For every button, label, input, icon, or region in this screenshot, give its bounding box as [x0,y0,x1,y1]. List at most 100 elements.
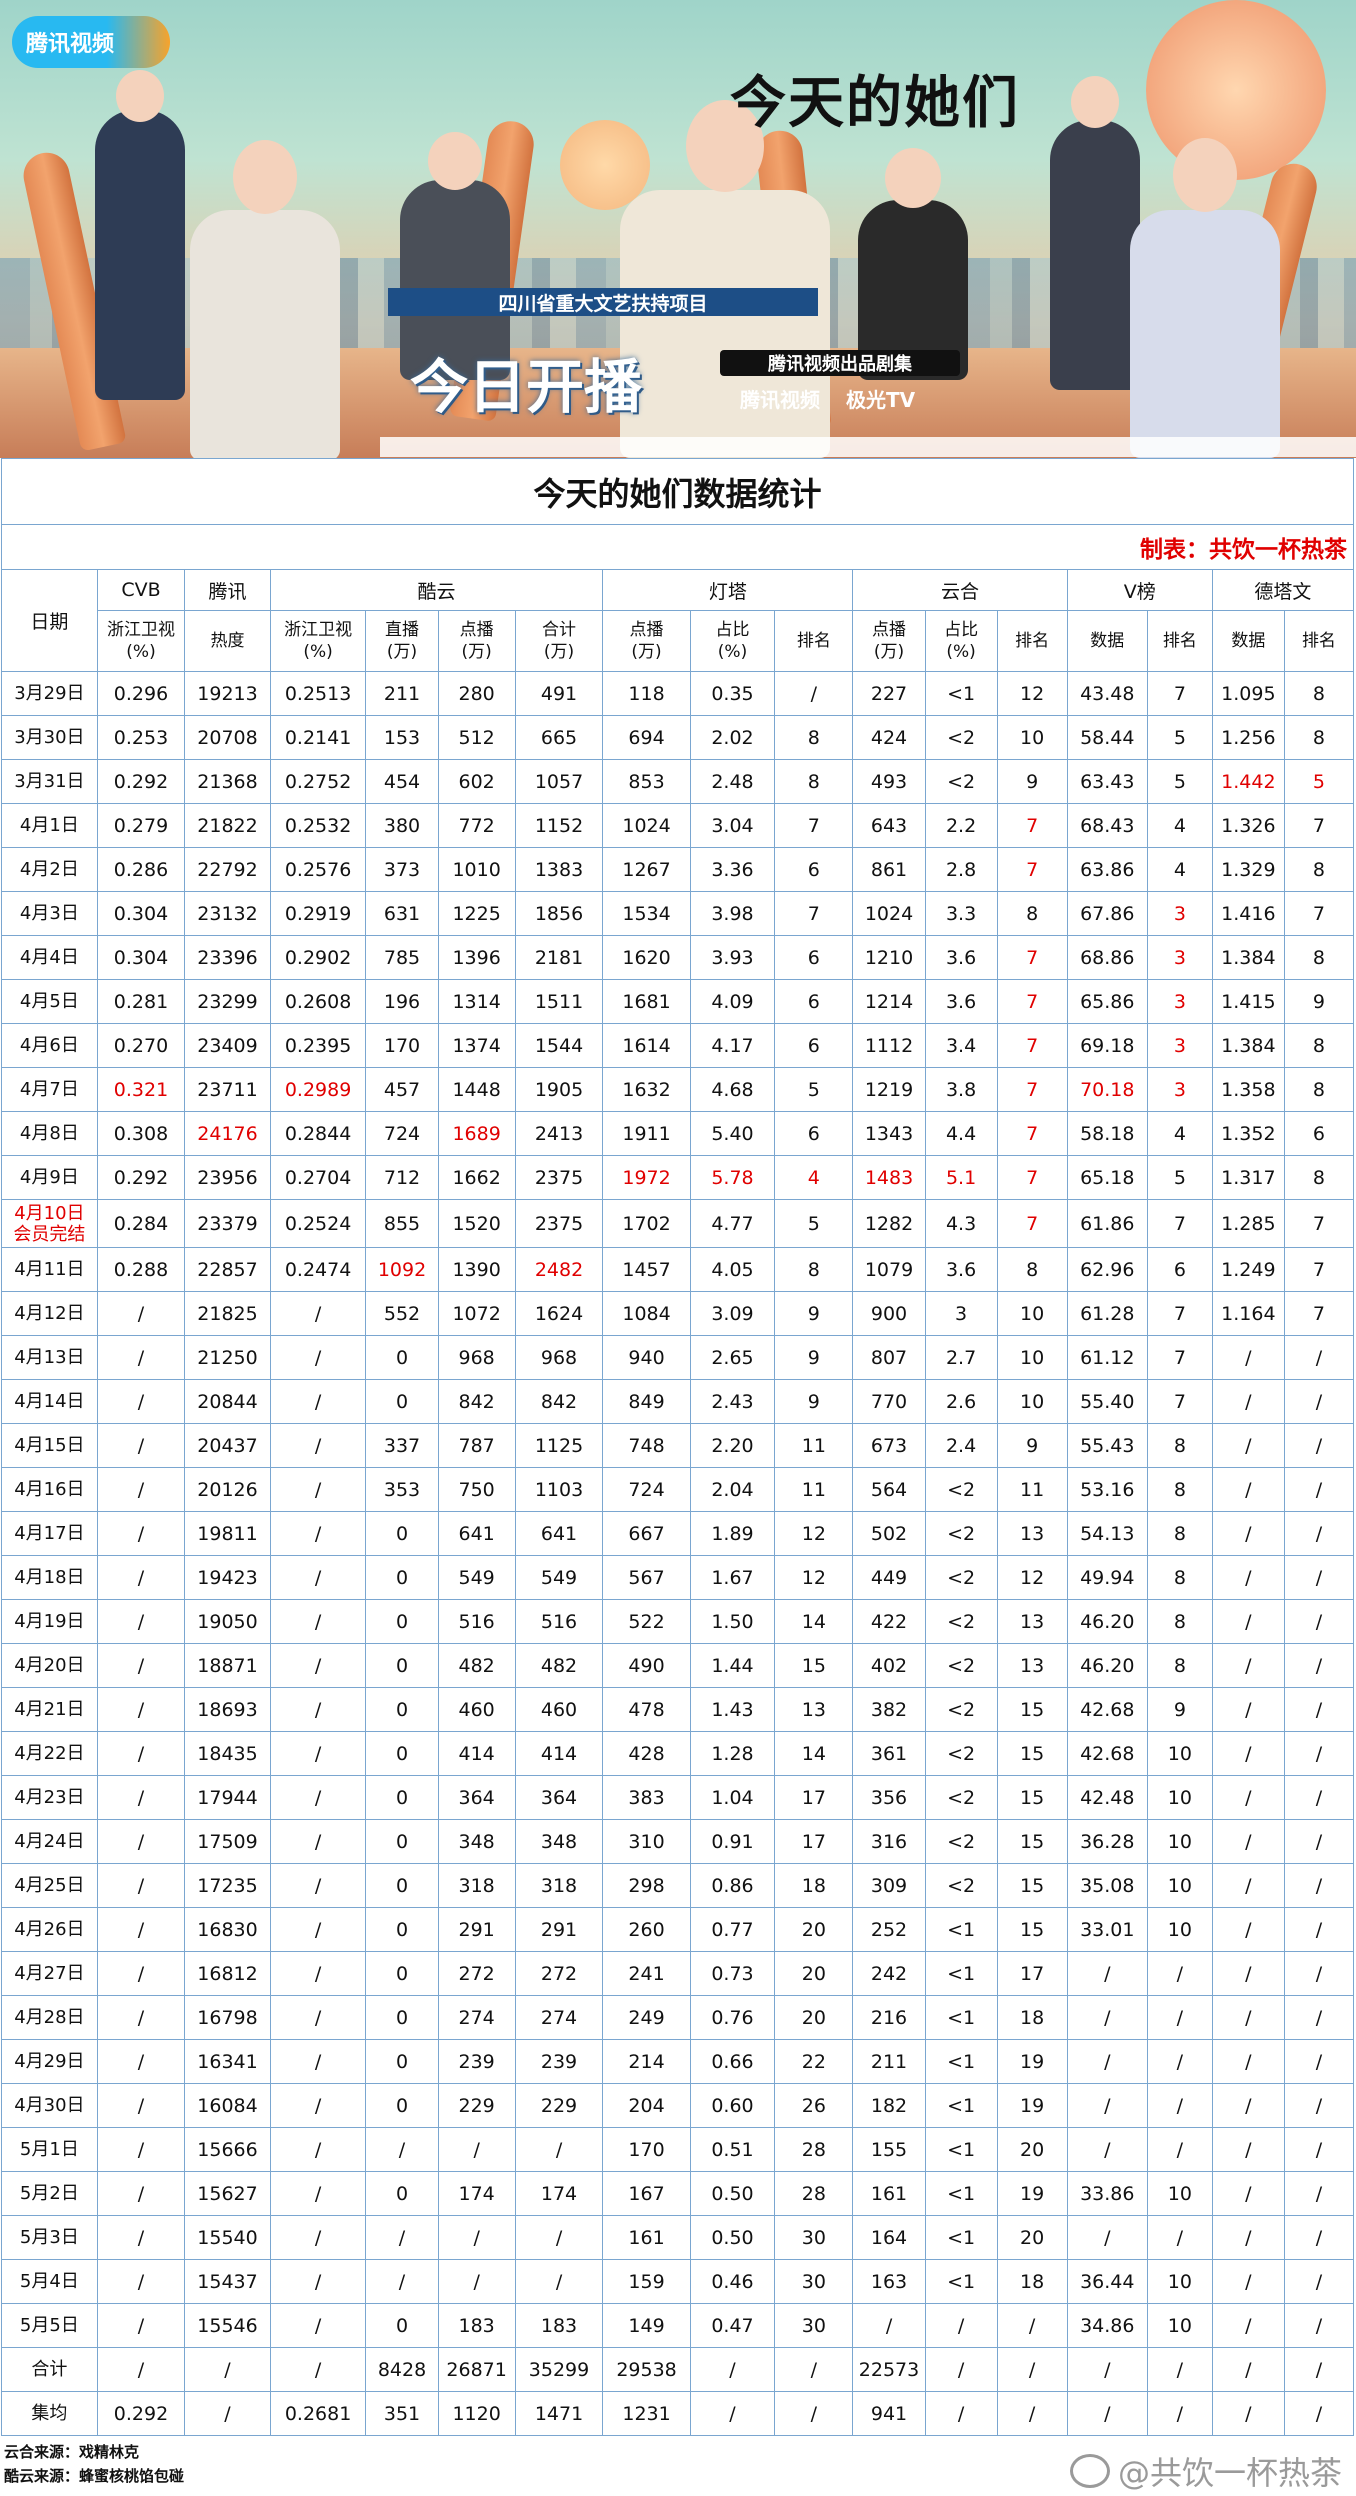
table-cell: / [1283,1511,1355,1556]
table-cell: 1383 [514,847,604,892]
table-cell: 7 [1283,891,1355,936]
ratings-table: 日期 CVB 腾讯 酷云 灯塔 云合 V榜 德塔文 浙江卫视 (%) 热度 浙江卫视… [1,569,1355,2436]
table-cell: 17 [774,1775,854,1820]
table-cell: / [96,1555,186,1600]
table-cell: 174 [437,2171,516,2216]
table-cell: 8 [1146,1467,1213,1512]
table-cell: / [96,1775,186,1820]
table-cell: 4.17 [689,1023,776,1068]
table-cell: 724 [365,1111,439,1156]
table-cell: 15437 [184,2259,271,2304]
table-cell: 18693 [184,1687,271,1732]
table-cell: 63.43 [1066,759,1148,804]
row-date: 5月2日 [1,2171,98,2216]
table-cell: 26871 [437,2347,516,2392]
row-date: 4月10日 会员完结 [1,1199,98,1248]
table-cell: 424 [852,715,926,760]
table-cell: 163 [852,2259,926,2304]
table-cell: / [852,2303,926,2348]
table-cell: 7 [1283,1247,1355,1292]
table-cell: / [1283,1863,1355,1908]
table-row: 4月27日/16812/0 272 272 241 0.73 20 242 <1 17// / / [1,1951,1355,1996]
table-cell: 2482 [514,1247,604,1292]
table-cell: 512 [437,715,516,760]
table-cell: 842 [437,1379,516,1424]
table-cell: / [1211,1379,1285,1424]
table-row: 4月2日 0.286 22792 0.2576 373 1010 1383 1267 3.36 6… [1,847,1355,892]
table-cell: 14 [774,1599,854,1644]
table-cell: <2 [924,1863,998,1908]
subheader-cell: 合计 (万) [514,610,604,672]
table-cell: 522 [602,1599,691,1644]
table-cell: / [1066,2215,1148,2260]
table-row: 4月25日/17235/0 318 318 298 0.86 18 309 <2 15 35.08… [1,1863,1355,1908]
table-cell: / [924,2347,998,2392]
table-cell: / [269,1511,367,1556]
table-cell: 13 [996,1599,1068,1644]
table-cell: 8 [996,1247,1068,1292]
table-cell: 19 [996,2171,1068,2216]
table-cell: 457 [365,1067,439,1112]
table-cell: 1.384 [1211,935,1285,980]
table-cell: / [1211,1423,1285,1468]
table-cell: 1.43 [689,1687,776,1732]
table-cell: 2.02 [689,715,776,760]
table-cell: 15 [996,1731,1068,1776]
table-cell: / [96,1511,186,1556]
table-cell: / [1211,1467,1285,1512]
table-cell: 0.50 [689,2215,776,2260]
table-cell: 10 [1146,1731,1213,1776]
table-cell: 567 [602,1555,691,1600]
table-cell: 0 [365,1555,439,1600]
table-cell: 174 [514,2171,604,2216]
table-cell: 0.50 [689,2171,776,2216]
table-cell: 1.249 [1211,1247,1285,1292]
table-row: 4月12日/21825/552 1072 1624 1084 3.09 9 900 3 10 61… [1,1291,1355,1336]
table-cell: 4 [1146,847,1213,892]
table-cell: 19 [996,2039,1068,2084]
table-cell: <1 [924,2039,998,2084]
table-cell: 274 [437,1995,516,2040]
table-cell: 0 [365,2083,439,2128]
table-cell: 1219 [852,1067,926,1112]
table-cell: 7 [996,979,1068,1024]
table-cell: 1.352 [1211,1111,1285,1156]
table-cell: 0.35 [689,671,776,716]
table-cell: 12 [996,671,1068,716]
table-cell: 0.304 [96,935,186,980]
table-cell: 1620 [602,935,691,980]
table-cell: / [996,2303,1068,2348]
table-row: 4月14日/20844/0 842 842 849 2.43 9 770 2.6 10 55.40… [1,1379,1355,1424]
table-cell: 564 [852,1467,926,1512]
table-cell: 7 [1146,1379,1213,1424]
table-cell: 68.43 [1066,803,1148,848]
table-row: 3月31日 0.292 21368 0.2752 454 602 1057 853 2.48 8 4… [1,759,1355,804]
table-cell: / [269,1643,367,1688]
table-cell: <1 [924,1995,998,2040]
show-title: 今天的她们 [730,70,1020,136]
table-cell: 20708 [184,715,271,760]
table-cell: / [365,2215,439,2260]
table-cell: 22857 [184,1247,271,1292]
table-cell: / [96,2083,186,2128]
table-cell: 1.326 [1211,803,1285,848]
table-cell: 55.43 [1066,1423,1148,1468]
table-cell: <2 [924,1467,998,1512]
subheader-cell: 数据 [1066,610,1148,672]
row-date: 4月20日 [1,1643,98,1688]
table-cell: 242 [852,1951,926,1996]
table-cell: 380 [365,803,439,848]
table-cell: 20 [774,1951,854,1996]
table-cell: 1.384 [1211,1023,1285,1068]
table-row: 4月29日/16341/0 239 239 214 0.66 22 211 <1 19// / / [1,2039,1355,2084]
table-cell: / [1283,2171,1355,2216]
table-row: 5月2日/15627/0 174 174 167 0.50 28 161 <1 19 33.86 1… [1,2171,1355,2216]
table-cell: / [184,2347,271,2392]
table-cell: 0.2608 [269,979,367,1024]
table-cell: 643 [852,803,926,848]
table-cell: 211 [365,671,439,716]
row-date: 4月23日 [1,1775,98,1820]
header-group-vbang: V榜 [1066,569,1213,611]
table-cell: 23956 [184,1155,271,1200]
table-cell: 229 [437,2083,516,2128]
